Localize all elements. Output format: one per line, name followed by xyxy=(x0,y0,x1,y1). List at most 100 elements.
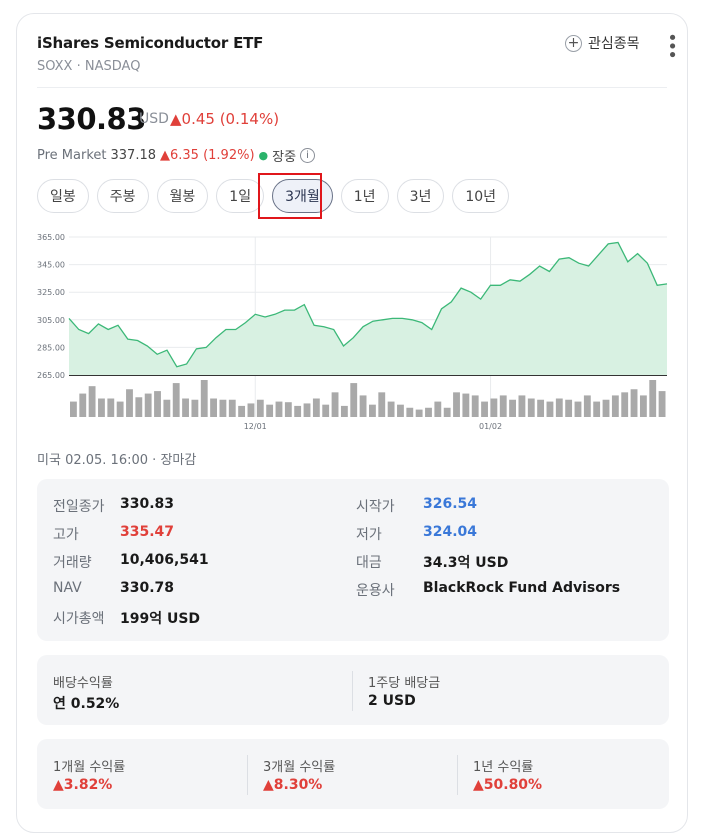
stat-value-open: 326.54 xyxy=(423,496,478,512)
returns-divider-1 xyxy=(247,755,248,795)
return-1y-value: ▲50.80% xyxy=(473,777,543,793)
premarket-label: Pre Market xyxy=(37,148,107,163)
volume-bar xyxy=(228,399,236,417)
volume-bar xyxy=(621,392,629,417)
stat-label-prev-close: 전일종가 xyxy=(53,499,105,515)
selected-tab-highlight xyxy=(258,173,322,219)
y-tick-label: 285.00 xyxy=(37,343,65,352)
stat-label-manager: 운용사 xyxy=(356,583,395,599)
ticker-exchange: SOXX · NASDAQ xyxy=(37,59,141,74)
volume-bar xyxy=(583,395,591,417)
premarket-price: 337.18 xyxy=(110,148,157,163)
volume-bar xyxy=(210,398,217,417)
timestamp-status: 장마감 xyxy=(160,453,197,468)
volume-bar xyxy=(322,404,330,417)
volume-bar xyxy=(658,391,666,417)
volume-bar xyxy=(378,392,386,417)
volume-bar xyxy=(172,383,180,417)
add-watchlist-button[interactable]: + 관심종목 xyxy=(565,33,640,53)
stat-label-open: 시작가 xyxy=(356,499,395,515)
tab-monthly[interactable]: 월봉 xyxy=(156,179,209,213)
tab-1year[interactable]: 1년 xyxy=(340,179,389,213)
watchlist-label: 관심종목 xyxy=(588,36,640,52)
volume-bar xyxy=(602,399,610,417)
timestamp: 미국 02.05. 16:00 · 장마감 xyxy=(37,449,196,468)
volume-bar xyxy=(527,398,535,417)
y-tick-label: 305.00 xyxy=(37,316,65,325)
return-1y-label: 1년 수익률 xyxy=(473,760,534,775)
return-1m-label: 1개월 수익률 xyxy=(53,760,126,775)
volume-bar xyxy=(406,407,414,417)
volume-bar xyxy=(387,401,395,417)
more-options-icon[interactable]: ••• xyxy=(661,32,682,58)
volume-bar xyxy=(340,405,348,417)
timestamp-region: 미국 xyxy=(37,453,61,468)
volume-bar xyxy=(98,398,105,417)
volume-bar xyxy=(481,401,488,417)
returns-divider-2 xyxy=(457,755,458,795)
volume-bar xyxy=(116,401,124,417)
y-tick-label: 345.00 xyxy=(37,261,65,270)
dividend-yield-label: 배당수익률 xyxy=(53,676,113,691)
volume-bar xyxy=(415,409,423,417)
tab-10year[interactable]: 10년 xyxy=(452,179,510,213)
volume-bar xyxy=(200,380,208,417)
price-change: ▲0.45 (0.14%) xyxy=(170,110,280,128)
volume-bar xyxy=(434,401,442,417)
info-icon[interactable]: i xyxy=(300,148,316,163)
stat-label-market-cap: 시가총액 xyxy=(53,611,105,627)
volume-bar xyxy=(126,389,133,417)
stat-value-volume: 10,406,541 xyxy=(120,552,209,568)
price-chart[interactable]: 365.00 345.00 325.00 305.00 285.00 265.00 12/0… xyxy=(37,232,669,437)
volume-bar xyxy=(88,386,96,417)
volume-bar xyxy=(154,391,161,417)
dividend-panel: 배당수익률 연 0.52% 1주당 배당금 2 USD xyxy=(37,655,669,725)
volume-bar xyxy=(359,395,367,417)
stat-value-prev-close: 330.83 xyxy=(120,496,175,512)
ticker: SOXX xyxy=(37,59,73,74)
volume-bar xyxy=(565,399,573,417)
stat-label-nav: NAV xyxy=(53,580,82,596)
volume-bar xyxy=(593,401,601,417)
y-tick-label: 325.00 xyxy=(37,288,65,297)
tab-1day[interactable]: 1일 xyxy=(216,179,265,213)
x-tick-label: 12/01 xyxy=(244,422,267,431)
volume-bar xyxy=(331,392,339,417)
volume-bar xyxy=(284,402,292,417)
dividend-per-share-value: 2 USD xyxy=(368,693,416,709)
stat-value-high: 335.47 xyxy=(120,524,175,540)
volume-bar xyxy=(256,399,264,417)
volume-bar xyxy=(639,395,647,417)
premarket-row: Pre Market 337.18 ▲6.35 (1.92%) ● 장중 i xyxy=(37,146,316,165)
volume-bar xyxy=(312,398,320,417)
tab-daily[interactable]: 일봉 xyxy=(37,179,89,213)
volume-bar xyxy=(163,399,171,417)
volume-bar xyxy=(79,393,87,417)
volume-bar xyxy=(546,401,554,417)
volume-bar xyxy=(238,405,246,417)
timestamp-datetime: 02.05. 16:00 xyxy=(65,453,149,468)
volume-bar xyxy=(369,404,376,417)
stat-label-low: 저가 xyxy=(356,527,382,543)
volume-bar xyxy=(275,401,283,417)
x-tick-label: 01/02 xyxy=(479,422,502,431)
market-status-dot: ● xyxy=(258,149,269,162)
y-tick-label: 365.00 xyxy=(37,233,65,242)
tab-weekly[interactable]: 주봉 xyxy=(96,179,149,213)
plus-icon: + xyxy=(565,34,582,52)
etf-title: iShares Semiconductor ETF xyxy=(37,34,264,52)
market-status: 장중 xyxy=(272,150,297,165)
volume-bar xyxy=(191,399,199,417)
return-3m-value: ▲8.30% xyxy=(263,777,323,793)
volume-bar xyxy=(453,392,460,417)
dividend-yield-value: 연 0.52% xyxy=(53,696,120,712)
volume-bar xyxy=(107,398,115,417)
tab-3year[interactable]: 3년 xyxy=(396,179,445,213)
stats-panel: 전일종가 330.83 고가 335.47 거래량 10,406,541 NAV… xyxy=(37,479,669,641)
volume-bar xyxy=(518,395,526,417)
price-currency: USD xyxy=(139,111,169,127)
return-3m-label: 3개월 수익률 xyxy=(263,760,336,775)
stat-label-volume: 거래량 xyxy=(53,555,92,571)
volume-bar xyxy=(611,395,619,417)
exchange: NASDAQ xyxy=(84,59,141,74)
